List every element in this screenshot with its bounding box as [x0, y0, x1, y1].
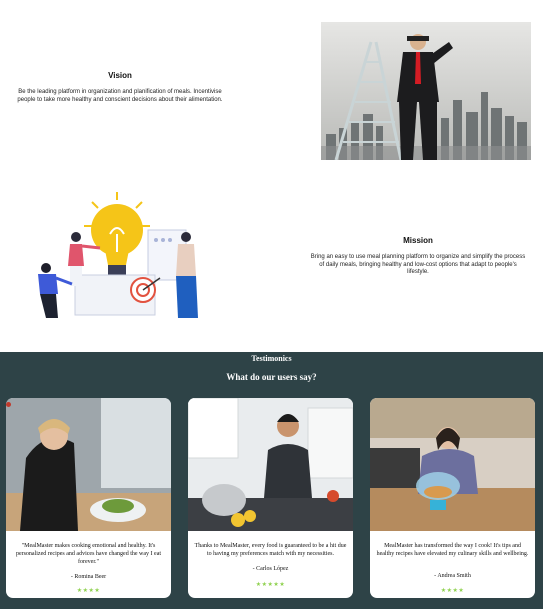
- testimonial-card: "MealMaster makes cooking emotional and …: [6, 398, 171, 598]
- testimonial-photo: [188, 398, 353, 531]
- testimonial-card: Thanks to MealMaster, every food is guar…: [188, 398, 353, 598]
- testimonial-quote: Thanks to MealMaster, every food is guar…: [194, 543, 347, 557]
- mission-title: Mission: [403, 236, 433, 245]
- red-dot-icon: [6, 402, 11, 407]
- star-rating: ★★★★★: [255, 582, 286, 588]
- testimonials-eyebrow: Testimonics: [251, 354, 292, 363]
- star-rating: ★★★★: [76, 588, 101, 594]
- testimonial-quote: MealMaster has transformed the way I coo…: [376, 543, 529, 557]
- testimonial-photo: [6, 398, 171, 531]
- testimonial-card: MealMaster has transformed the way I coo…: [370, 398, 535, 598]
- vision-text: Be the leading platform in organization …: [17, 89, 223, 103]
- star-rating: ★★★★: [440, 588, 465, 594]
- testimonial-quote: "MealMaster makes cooking emotional and …: [15, 543, 162, 565]
- testimonial-author: - Andrea Smith: [434, 573, 471, 579]
- testimonial-photo: [370, 398, 535, 531]
- testimonials-title: What do our users say?: [226, 372, 317, 382]
- vision-title: Vision: [108, 71, 132, 80]
- testimonial-author: - Romina Beer: [70, 574, 107, 580]
- vision-photo: [321, 22, 531, 160]
- testimonials-section: Testimonics What do our users say? "Meal…: [0, 352, 543, 609]
- mission-text: Bring an easy to use meal planning platf…: [310, 254, 526, 275]
- testimonial-author: - Carlos López: [252, 566, 289, 572]
- lightbulb-illustration: [20, 190, 205, 320]
